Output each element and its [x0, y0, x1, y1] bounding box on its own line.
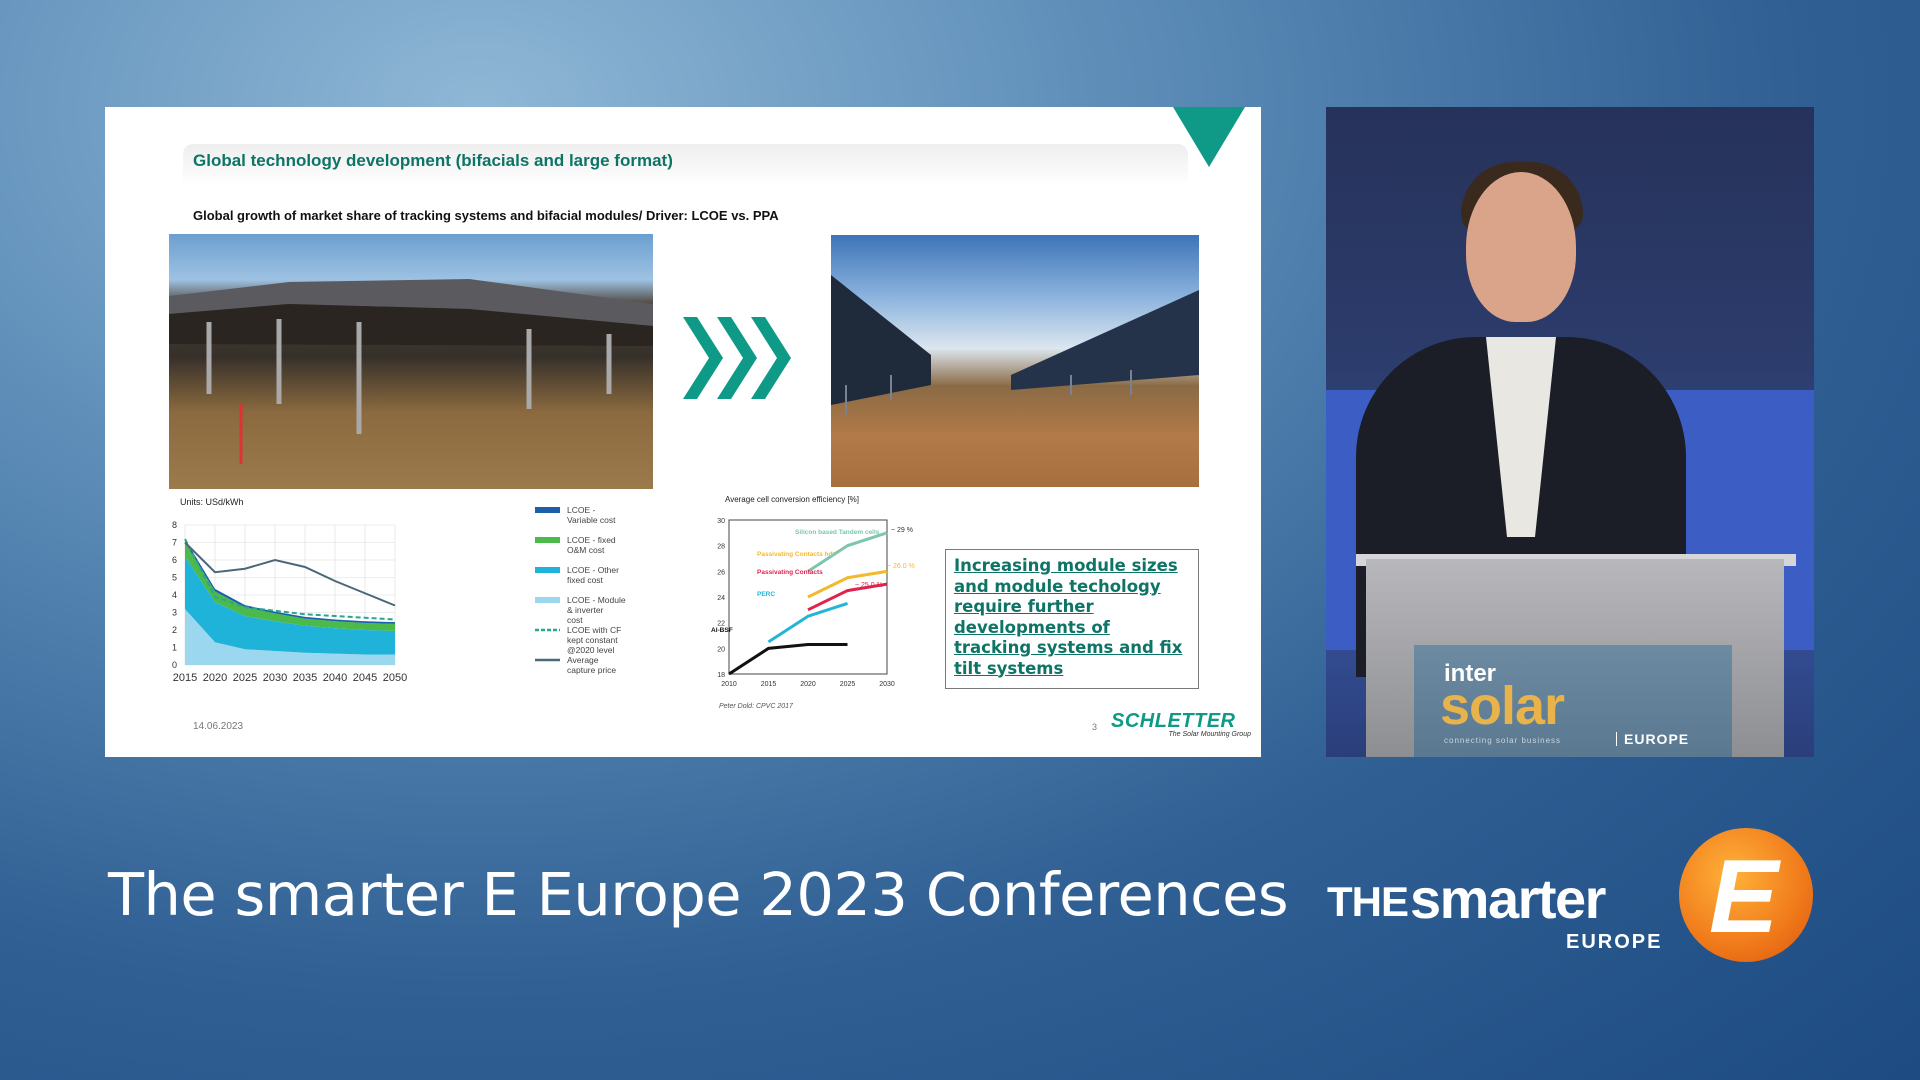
lcoe-legend-label: LCOE - Other	[567, 565, 619, 575]
lcoe-x-ticks: 2015 2020 2025 2030 2035 2040 2045 2050	[173, 672, 407, 684]
photo-tracker-installation	[831, 235, 1199, 487]
lcoe-x-tick: 2015	[173, 672, 197, 684]
efficiency-x-tick: 2025	[840, 681, 856, 688]
lcoe-y-tick: 0	[172, 660, 177, 670]
lcoe-y-tick: 7	[172, 538, 177, 548]
intersolar-separator	[1616, 732, 1617, 746]
efficiency-x-ticks: 2010 2015 2020 2025 2030	[721, 681, 895, 688]
lcoe-y-tick: 4	[172, 590, 177, 600]
efficiency-annotation: ~ 26.0 %	[887, 563, 915, 570]
brand-e-letter: E	[1709, 839, 1779, 955]
lcoe-legend-label: LCOE with CF	[567, 625, 621, 635]
speaker-head	[1466, 172, 1576, 322]
lcoe-y-tick: 3	[172, 608, 177, 618]
lcoe-y-tick: 2	[172, 625, 177, 635]
lcoe-chart-title: Units: USd/kWh	[180, 497, 244, 507]
intersolar-solar: solar	[1440, 676, 1565, 736]
lcoe-legend-label: Average	[567, 655, 599, 665]
efficiency-y-ticks: 18202224262830	[717, 518, 725, 679]
chevron-arrows-icon	[683, 317, 791, 399]
efficiency-x-tick: 2015	[761, 681, 777, 688]
efficiency-x-tick: 2010	[721, 681, 737, 688]
efficiency-chart-title: Average cell conversion efficiency [%]	[725, 495, 859, 504]
lcoe-y-ticks: 0 1 2 3 4 5 6 7 8	[172, 520, 177, 670]
lcoe-legend-label: @2020 level	[567, 645, 614, 655]
photo-fixed-tilt-installation	[169, 234, 653, 489]
slide-date: 14.06.2023	[193, 721, 244, 732]
slide-page-number: 3	[1092, 722, 1098, 732]
efficiency-y-tick: 24	[717, 595, 725, 602]
lcoe-x-tick: 2035	[293, 672, 317, 684]
efficiency-y-tick: 26	[717, 569, 725, 576]
lcoe-y-tick: 1	[172, 643, 177, 653]
schletter-name: SCHLETTER	[1111, 710, 1236, 732]
lcoe-chart: Units: USd/kWh 0 1 2 3 4 5 6 7 8 2015 2020 2025 203…	[155, 495, 635, 720]
efficiency-y-tick: 18	[717, 672, 725, 679]
lcoe-legend-label: cost	[567, 615, 583, 625]
efficiency-series-label: Al-BSF	[711, 627, 733, 634]
efficiency-x-tick: 2030	[879, 681, 895, 688]
lcoe-legend-label: O&M cost	[567, 545, 605, 555]
brand-europe: EUROPE	[1566, 931, 1663, 953]
brand-e-logo: E	[1679, 828, 1813, 962]
speaker-video: inter solar connecting solar business EU…	[1326, 107, 1814, 757]
efficiency-labels: Al-BSF PERC Passivating Contacts Passivatin…	[711, 527, 915, 634]
lcoe-legend-label: Variable cost	[567, 515, 616, 525]
efficiency-series-label: Passivating Contacts hdt	[757, 551, 835, 558]
lcoe-x-tick: 2045	[353, 672, 377, 684]
efficiency-source: Peter Dold: CPVC 2017	[719, 703, 794, 710]
brand-the: THE	[1327, 878, 1409, 925]
lcoe-x-tick: 2025	[233, 672, 257, 684]
efficiency-line-0	[728, 642, 848, 676]
lcoe-legend-label: fixed cost	[567, 575, 604, 585]
intersolar-tagline: connecting solar business	[1444, 736, 1562, 745]
lcoe-legend-label: capture price	[567, 665, 616, 675]
callout-text: Increasing module sizes and module techo…	[954, 556, 1183, 678]
lcoe-x-tick: 2040	[323, 672, 347, 684]
lcoe-areas	[185, 539, 395, 665]
efficiency-x-tick: 2020	[800, 681, 816, 688]
lcoe-y-tick: 6	[172, 555, 177, 565]
schletter-logo: SCHLETTER The Solar Mounting Group	[1111, 710, 1251, 738]
efficiency-series-label: PERC	[757, 591, 775, 598]
conference-title: The smarter E Europe 2023 Conferences	[108, 860, 1289, 929]
slide-title: Global technology development (bifacials…	[193, 151, 673, 170]
lcoe-x-tick: 2030	[263, 672, 287, 684]
efficiency-annotation: ~ 29 %	[891, 527, 913, 534]
lcoe-legend-label: LCOE - fixed	[567, 535, 616, 545]
efficiency-series-label: Silicon based Tandem cells	[795, 529, 880, 536]
lcoe-legend-label: LCOE - Module	[567, 595, 626, 605]
lcoe-y-tick: 8	[172, 520, 177, 530]
lcoe-legend-label: kept constant	[567, 635, 618, 645]
callout-box: Increasing module sizes and module techo…	[945, 549, 1199, 689]
efficiency-y-tick: 20	[717, 646, 725, 653]
lcoe-legend: LCOE -Variable cost LCOE - fixedO&M cost L…	[535, 505, 626, 675]
presentation-slide: Global technology development (bifacials…	[105, 107, 1261, 757]
efficiency-y-tick: 28	[717, 544, 725, 551]
efficiency-y-tick: 30	[717, 518, 725, 525]
efficiency-annotation: ~ 25.0 %	[855, 582, 883, 589]
lcoe-y-tick: 5	[172, 573, 177, 583]
slide-subtitle: Global growth of market share of trackin…	[193, 208, 779, 223]
intersolar-europe: EUROPE	[1624, 731, 1690, 747]
lcoe-legend-label: & inverter	[567, 605, 604, 615]
lcoe-x-tick: 2050	[383, 672, 407, 684]
efficiency-series-label: Passivating Contacts	[757, 569, 823, 576]
efficiency-chart: Average cell conversion efficiency [%] 1…	[705, 492, 935, 727]
lcoe-x-tick: 2020	[203, 672, 227, 684]
lcoe-legend-label: LCOE -	[567, 505, 596, 515]
brand-smarter: smarter	[1410, 867, 1606, 930]
